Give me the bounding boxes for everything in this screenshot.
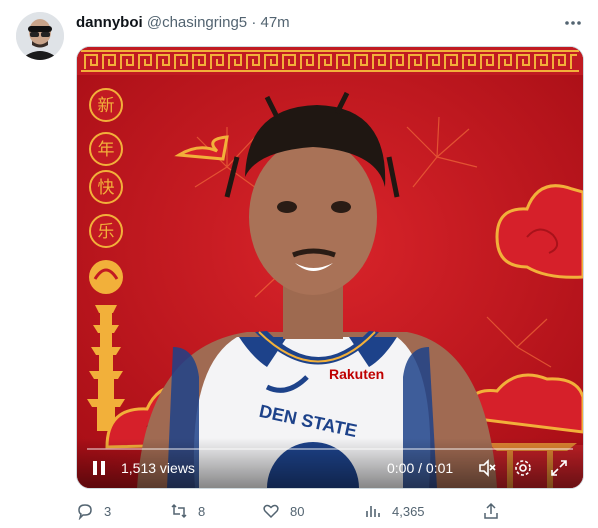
- separator: ·: [251, 14, 257, 31]
- like-icon: [263, 504, 279, 519]
- reply-button[interactable]: 3: [76, 500, 111, 522]
- avatar-image: [16, 12, 64, 60]
- display-name[interactable]: dannyboi: [76, 14, 143, 31]
- reply-icon: [78, 504, 92, 520]
- share-button[interactable]: [482, 500, 510, 522]
- views-icon: [366, 506, 380, 517]
- views-button[interactable]: 4,365: [364, 500, 425, 522]
- overlay-char-2: 年: [98, 140, 115, 160]
- retweet-icon: [171, 503, 187, 519]
- view-count: 1,513 views: [121, 460, 195, 476]
- overlay-char-1: 新: [98, 96, 115, 116]
- pause-icon[interactable]: [90, 459, 108, 477]
- timestamp[interactable]: 47m: [260, 14, 289, 31]
- user-handle[interactable]: @chasingring5: [147, 14, 247, 31]
- like-button[interactable]: 80: [262, 500, 304, 522]
- mute-icon[interactable]: [477, 458, 497, 478]
- progress-bar[interactable]: [87, 448, 573, 450]
- retweet-button[interactable]: 8: [170, 500, 205, 522]
- timecode: 0:00 / 0:01: [387, 460, 454, 476]
- views-count: 4,365: [392, 503, 425, 519]
- tweet-actions: 3 8 80 4,365: [76, 500, 506, 522]
- share-icon: [484, 502, 498, 519]
- video-frame: 新 年 快 乐 Rakuten DEN STATE: [77, 47, 583, 488]
- more-icon[interactable]: [561, 14, 585, 32]
- avatar[interactable]: [16, 12, 64, 60]
- overlay-char-4: 乐: [98, 222, 115, 242]
- video-controls: 1,513 views 0:00 / 0:01: [77, 438, 583, 488]
- retweet-count: 8: [198, 503, 206, 519]
- fullscreen-icon[interactable]: [549, 458, 569, 478]
- overlay-char-3: 快: [98, 178, 115, 198]
- jersey-sponsor: Rakuten: [329, 366, 384, 382]
- video-player[interactable]: 新 年 快 乐 Rakuten DEN STATE 1,513 views 0:…: [76, 46, 584, 489]
- like-count: 80: [290, 503, 305, 519]
- settings-icon[interactable]: [513, 458, 533, 478]
- reply-count: 3: [104, 503, 112, 519]
- tweet-header: dannyboi @chasingring5 · 47m: [76, 14, 290, 31]
